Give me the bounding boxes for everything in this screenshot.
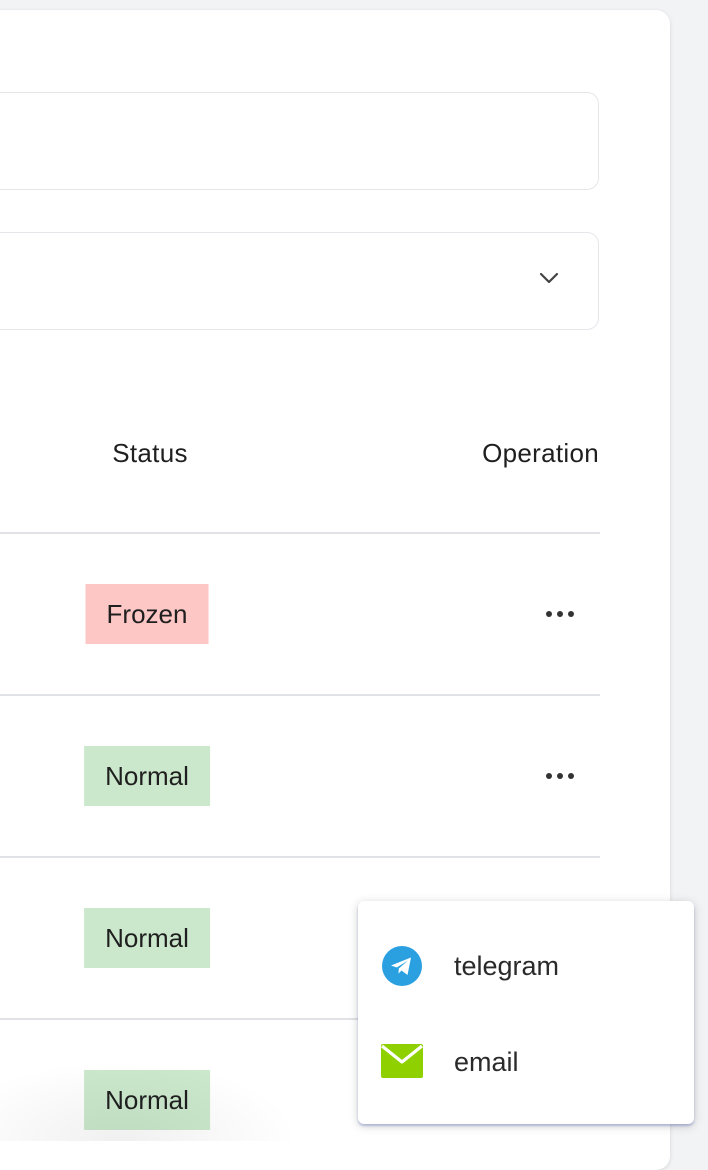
menu-item-label: email	[454, 1047, 519, 1077]
text-input-field[interactable]	[0, 92, 599, 190]
column-header-operation: Operation	[482, 438, 599, 468]
row-divider	[0, 694, 600, 696]
menu-item-label: telegram	[454, 951, 560, 981]
menu-item-email[interactable]: email	[358, 1014, 694, 1110]
menu-item-telegram[interactable]: telegram	[358, 918, 694, 1014]
chevron-down-icon	[539, 272, 559, 284]
status-badge: Frozen	[85, 584, 209, 644]
more-actions-button[interactable]	[543, 608, 577, 620]
telegram-icon	[382, 946, 422, 986]
more-actions-button[interactable]	[543, 770, 577, 782]
header-divider	[0, 532, 600, 534]
select-dropdown[interactable]	[0, 232, 599, 330]
status-badge: Normal	[84, 1070, 210, 1130]
envelope-icon	[381, 1044, 423, 1078]
share-popup-menu: telegram email	[358, 901, 694, 1124]
row-divider	[0, 856, 600, 858]
status-badge: Normal	[84, 746, 210, 806]
column-header-status: Status	[112, 438, 188, 468]
status-badge: Normal	[84, 908, 210, 968]
